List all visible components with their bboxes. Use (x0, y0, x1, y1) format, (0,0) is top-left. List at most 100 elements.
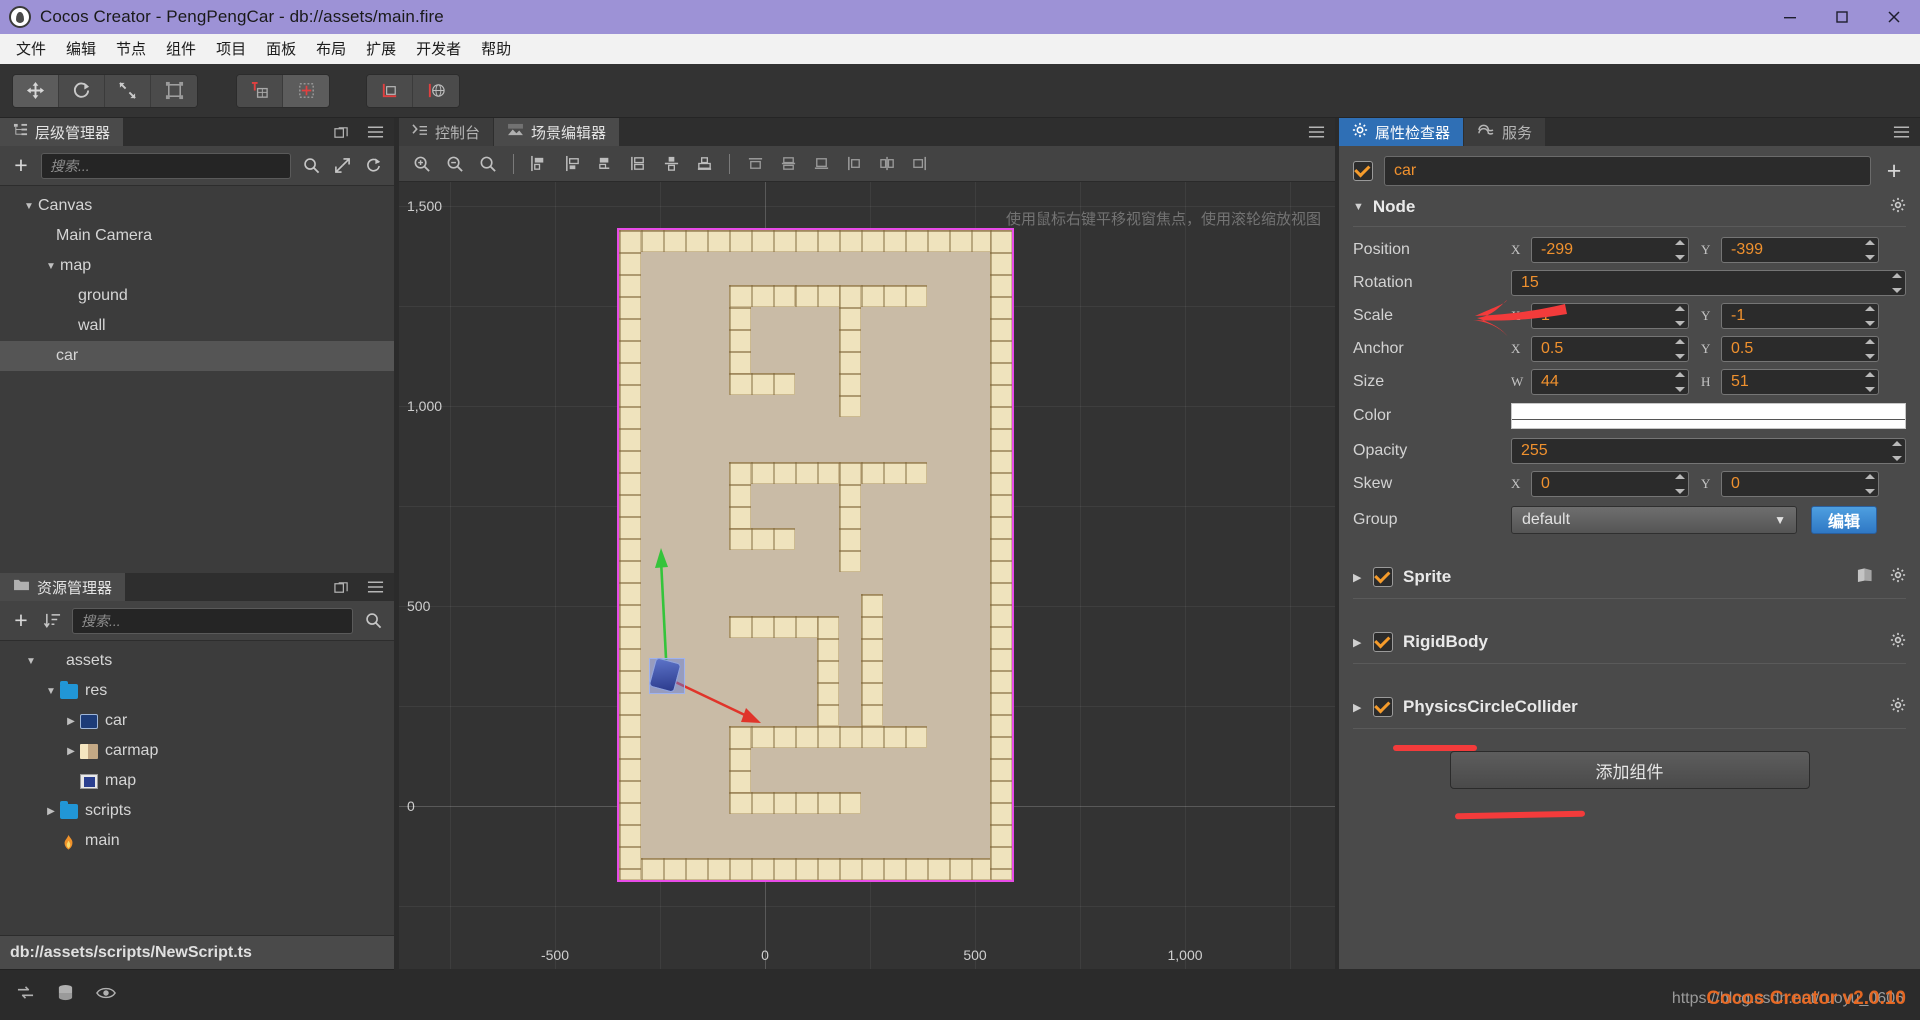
add-node-icon[interactable]: + (1882, 157, 1906, 186)
zoom-reset-icon[interactable] (473, 150, 503, 178)
hierarchy-search-box[interactable] (41, 152, 291, 179)
node-name-field[interactable]: car (1384, 156, 1871, 186)
database-icon[interactable] (57, 984, 74, 1007)
scene-viewport[interactable]: 使用鼠标右键平移视窗焦点，使用滚轮缩放视图 1,500 1,000 500 0 … (399, 182, 1335, 969)
distribute-top-icon[interactable] (740, 150, 770, 178)
stepper[interactable] (1863, 371, 1876, 393)
local-axis-icon[interactable] (367, 74, 413, 107)
align-center-h-icon[interactable] (557, 150, 587, 178)
menu-item-edit[interactable]: 编辑 (56, 39, 106, 60)
asset-node-res[interactable]: ▼ res (0, 676, 394, 706)
rect-transform-icon[interactable] (151, 74, 197, 107)
asset-node-car[interactable]: ▶ car (0, 706, 394, 736)
scale-y-input[interactable]: -1 (1721, 302, 1879, 329)
asset-node-assets[interactable]: ▼ assets (0, 646, 394, 676)
menu-item-layout[interactable]: 布局 (306, 39, 356, 60)
align-bottom-icon[interactable] (689, 150, 719, 178)
zoom-in-icon[interactable] (407, 150, 437, 178)
distribute-h-icon[interactable] (839, 150, 869, 178)
scale-x-input[interactable]: 1 (1531, 302, 1689, 329)
hamburger-icon[interactable] (1305, 121, 1327, 143)
add-node-button[interactable]: + (10, 152, 32, 178)
hierarchy-node-ground[interactable]: ground (0, 281, 394, 311)
dock-icon[interactable] (330, 121, 352, 143)
opacity-input[interactable]: 255 (1511, 437, 1906, 464)
stepper[interactable] (1673, 305, 1686, 327)
node-section-header[interactable]: ▼ Node (1353, 190, 1906, 224)
align-middle-icon[interactable] (656, 150, 686, 178)
group-edit-button[interactable]: 编辑 (1811, 506, 1878, 534)
asset-node-map[interactable]: map (0, 766, 394, 796)
chevron-down-icon[interactable]: ▼ (42, 261, 60, 272)
skew-y-input[interactable]: 0 (1721, 470, 1879, 497)
minimize-icon[interactable] (1764, 0, 1816, 34)
distribute-both-icon[interactable] (905, 150, 935, 178)
hierarchy-node-map[interactable]: ▼ map (0, 251, 394, 281)
size-width-input[interactable]: 44 (1531, 368, 1689, 395)
hierarchy-search-input[interactable] (50, 157, 282, 174)
stepper[interactable] (1673, 338, 1686, 360)
position-x-input[interactable]: -299 (1531, 236, 1689, 263)
assets-search-input[interactable] (81, 612, 344, 629)
help-book-icon[interactable] (1856, 567, 1874, 588)
search-icon[interactable] (362, 610, 384, 632)
position-y-input[interactable]: -399 (1721, 236, 1879, 263)
chevron-right-icon[interactable]: ▶ (62, 716, 80, 727)
chevron-right-icon[interactable]: ▶ (1353, 571, 1363, 584)
chevron-right-icon[interactable]: ▶ (1353, 701, 1363, 714)
asset-node-carmap[interactable]: ▶ carmap (0, 736, 394, 766)
stepper[interactable] (1863, 305, 1876, 327)
asset-node-scripts[interactable]: ▶ scripts (0, 796, 394, 826)
distribute-middle-icon[interactable] (773, 150, 803, 178)
add-asset-button[interactable]: + (10, 607, 32, 633)
anchor-x-input[interactable]: 0.5 (1531, 335, 1689, 362)
chevron-down-icon[interactable]: ▼ (20, 201, 38, 212)
rotation-input[interactable]: 15 (1511, 269, 1906, 296)
stepper[interactable] (1890, 440, 1903, 462)
asset-node-main[interactable]: main (0, 826, 394, 856)
component-enabled-checkbox[interactable] (1373, 697, 1393, 717)
menu-item-help[interactable]: 帮助 (471, 39, 521, 60)
align-left-icon[interactable] (524, 150, 554, 178)
component-row-rigidbody[interactable]: ▶ RigidBody (1353, 623, 1906, 661)
chevron-down-icon[interactable]: ▼ (42, 686, 60, 697)
gear-icon[interactable] (1890, 697, 1906, 718)
tab-service[interactable]: 服务 (1464, 118, 1547, 146)
hierarchy-node-main-camera[interactable]: Main Camera (0, 221, 394, 251)
tab-console[interactable]: 控制台 (399, 118, 495, 146)
component-enabled-checkbox[interactable] (1373, 632, 1393, 652)
hamburger-icon[interactable] (364, 576, 386, 598)
rotate-icon[interactable] (59, 74, 105, 107)
align-top-icon[interactable] (623, 150, 653, 178)
tab-scene-editor[interactable]: 场景编辑器 (494, 118, 621, 146)
menu-item-developer[interactable]: 开发者 (406, 39, 471, 60)
tilemap-canvas[interactable] (617, 228, 1014, 882)
menu-item-component[interactable]: 组件 (156, 39, 206, 60)
stepper[interactable] (1673, 371, 1686, 393)
close-icon[interactable] (1868, 0, 1920, 34)
size-height-input[interactable]: 51 (1721, 368, 1879, 395)
add-component-button[interactable]: 添加组件 (1449, 751, 1810, 789)
component-row-sprite[interactable]: ▶ Sprite (1353, 558, 1906, 596)
distribute-v-icon[interactable] (872, 150, 902, 178)
gear-icon[interactable] (1890, 632, 1906, 653)
hierarchy-node-car[interactable]: car (0, 341, 394, 371)
node-enabled-checkbox[interactable] (1353, 161, 1373, 181)
hamburger-icon[interactable] (1890, 121, 1912, 143)
sort-icon[interactable] (41, 610, 63, 632)
tab-hierarchy[interactable]: 层级管理器 (0, 118, 125, 146)
gizmo-y-axis[interactable] (619, 230, 1012, 880)
gear-icon[interactable] (1890, 197, 1906, 218)
skew-x-input[interactable]: 0 (1531, 470, 1689, 497)
global-axis-icon[interactable] (413, 74, 459, 107)
scale-icon[interactable] (105, 74, 151, 107)
group-select[interactable]: default ▼ (1511, 506, 1797, 534)
tab-inspector[interactable]: 属性检查器 (1339, 118, 1465, 146)
menu-item-project[interactable]: 项目 (206, 39, 256, 60)
color-swatch[interactable] (1511, 403, 1906, 429)
refresh-icon[interactable] (362, 155, 384, 177)
component-enabled-checkbox[interactable] (1373, 567, 1393, 587)
stepper[interactable] (1673, 473, 1686, 495)
zoom-out-icon[interactable] (440, 150, 470, 178)
move-icon[interactable] (13, 74, 59, 107)
